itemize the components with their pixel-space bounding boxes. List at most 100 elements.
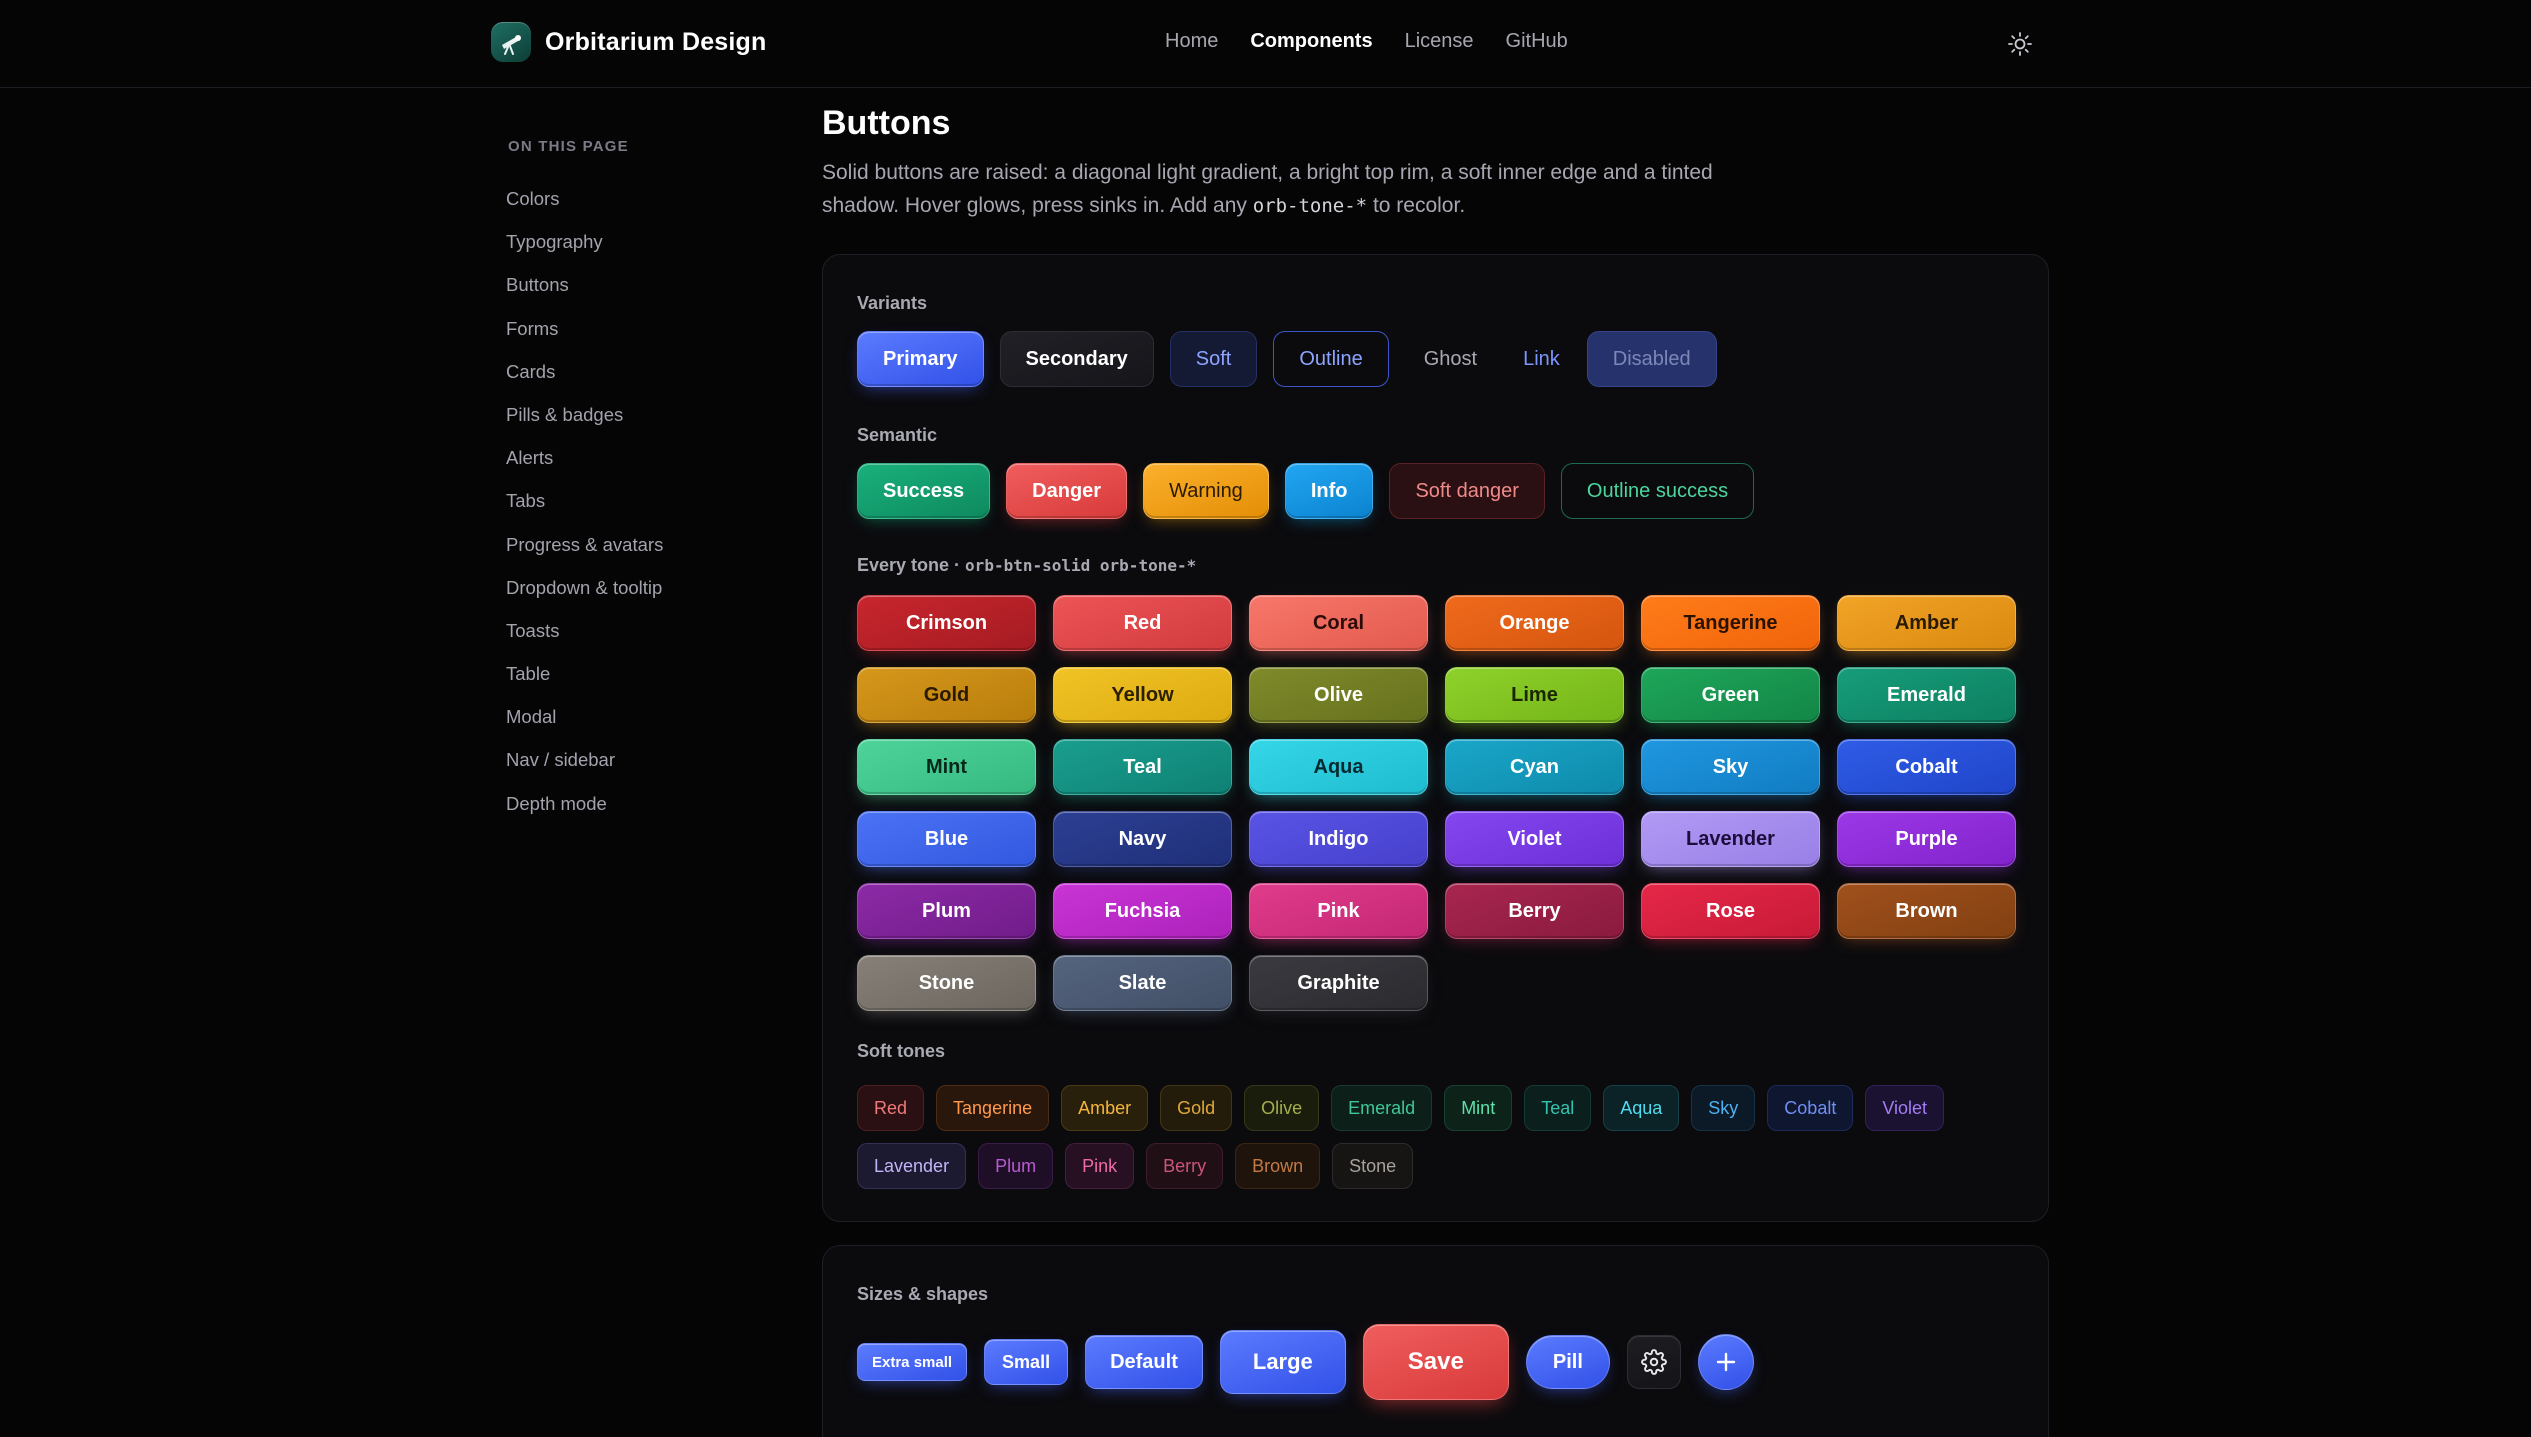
soft-tone-button-mint[interactable]: Mint [1444, 1085, 1513, 1131]
nav-components[interactable]: Components [1250, 30, 1372, 53]
tone-button-yellow[interactable]: Yellow [1053, 667, 1232, 723]
info-button[interactable]: Info [1284, 463, 1374, 519]
tone-button-teal[interactable]: Teal [1053, 739, 1232, 795]
tone-button-lime[interactable]: Lime [1445, 667, 1624, 723]
tone-button-slate[interactable]: Slate [1053, 955, 1232, 1011]
sidebar-item-table[interactable]: Table [506, 652, 766, 695]
tone-button-indigo[interactable]: Indigo [1249, 811, 1428, 867]
tone-button-rose[interactable]: Rose [1641, 883, 1820, 939]
sidebar-item-forms[interactable]: Forms [506, 307, 766, 350]
tone-button-crimson[interactable]: Crimson [857, 595, 1036, 651]
plus-icon [1716, 1352, 1736, 1372]
link-button[interactable]: Link [1512, 331, 1571, 387]
pill-button[interactable]: Pill [1525, 1335, 1610, 1389]
sidebar-item-nav-sidebar[interactable]: Nav / sidebar [506, 738, 766, 781]
brand[interactable]: Orbitarium Design [491, 22, 767, 62]
theme-toggle-sun-icon[interactable] [2006, 30, 2034, 58]
sidebar-item-depth-mode[interactable]: Depth mode [506, 782, 766, 825]
tone-button-olive[interactable]: Olive [1249, 667, 1428, 723]
soft-tone-button-emerald[interactable]: Emerald [1331, 1085, 1433, 1131]
every-tone-label: Every tone · orb-btn-solid orb-tone-* [857, 555, 1196, 576]
soft-tone-button-amber[interactable]: Amber [1061, 1085, 1149, 1131]
soft-tone-button-red[interactable]: Red [857, 1085, 925, 1131]
success-button[interactable]: Success [857, 463, 991, 519]
tone-button-mint[interactable]: Mint [857, 739, 1036, 795]
tone-button-red[interactable]: Red [1053, 595, 1232, 651]
soft-tone-button-teal[interactable]: Teal [1524, 1085, 1592, 1131]
tone-button-tangerine[interactable]: Tangerine [1641, 595, 1820, 651]
soft-tone-button-violet[interactable]: Violet [1865, 1085, 1945, 1131]
warning-button[interactable]: Warning [1143, 463, 1269, 519]
soft-tone-button-berry[interactable]: Berry [1146, 1143, 1224, 1189]
outline-button[interactable]: Outline [1273, 331, 1389, 387]
page-description: Solid buttons are raised: a diagonal lig… [822, 156, 1722, 223]
tone-button-violet[interactable]: Violet [1445, 811, 1624, 867]
sidebar-item-modal[interactable]: Modal [506, 695, 766, 738]
sidebar-item-dropdown-tooltip[interactable]: Dropdown & tooltip [506, 566, 766, 609]
soft-tone-button-sky[interactable]: Sky [1691, 1085, 1756, 1131]
soft-tone-button-pink[interactable]: Pink [1065, 1143, 1135, 1189]
settings-icon-button[interactable] [1626, 1335, 1681, 1389]
variants-row: Primary Secondary Soft Outline Ghost Lin… [857, 331, 1717, 387]
sidebar-item-progress-avatars[interactable]: Progress & avatars [506, 523, 766, 566]
add-circle-button[interactable] [1697, 1334, 1754, 1390]
soft-tone-button-plum[interactable]: Plum [978, 1143, 1054, 1189]
nav-github[interactable]: GitHub [1506, 30, 1568, 53]
semantic-label: Semantic [857, 425, 938, 445]
tone-button-stone[interactable]: Stone [857, 955, 1036, 1011]
tone-button-green[interactable]: Green [1641, 667, 1820, 723]
sidebar-title: ON THIS PAGE [508, 138, 629, 155]
tone-button-navy[interactable]: Navy [1053, 811, 1232, 867]
tone-button-orange[interactable]: Orange [1445, 595, 1624, 651]
sidebar-item-colors[interactable]: Colors [506, 177, 766, 220]
soft-tone-button-brown[interactable]: Brown [1235, 1143, 1321, 1189]
extra-small-button[interactable]: Extra small [857, 1343, 968, 1381]
soft-tone-button-lavender[interactable]: Lavender [857, 1143, 967, 1189]
soft-danger-button[interactable]: Soft danger [1389, 463, 1545, 519]
secondary-button[interactable]: Secondary [999, 331, 1154, 387]
soft-tone-button-tangerine[interactable]: Tangerine [936, 1085, 1050, 1131]
save-button[interactable]: Save [1362, 1324, 1509, 1400]
soft-tone-button-stone[interactable]: Stone [1332, 1143, 1414, 1189]
sidebar-item-typography[interactable]: Typography [506, 220, 766, 263]
sidebar-item-toasts[interactable]: Toasts [506, 609, 766, 652]
primary-button[interactable]: Primary [857, 331, 984, 387]
tone-button-pink[interactable]: Pink [1249, 883, 1428, 939]
nav-license[interactable]: License [1405, 30, 1474, 53]
soft-tone-button-gold[interactable]: Gold [1160, 1085, 1233, 1131]
sidebar-item-buttons[interactable]: Buttons [506, 263, 766, 306]
outline-success-button[interactable]: Outline success [1560, 463, 1755, 519]
soft-tone-button-olive[interactable]: Olive [1244, 1085, 1320, 1131]
tone-button-plum[interactable]: Plum [857, 883, 1036, 939]
large-button[interactable]: Large [1219, 1330, 1346, 1394]
tone-button-brown[interactable]: Brown [1837, 883, 2016, 939]
tone-button-purple[interactable]: Purple [1837, 811, 2016, 867]
small-button[interactable]: Small [984, 1339, 1069, 1385]
danger-button[interactable]: Danger [1006, 463, 1128, 519]
brand-name: Orbitarium Design [545, 27, 767, 56]
tone-button-amber[interactable]: Amber [1837, 595, 2016, 651]
tone-button-blue[interactable]: Blue [857, 811, 1036, 867]
tone-button-cyan[interactable]: Cyan [1445, 739, 1624, 795]
tone-button-coral[interactable]: Coral [1249, 595, 1428, 651]
nav-home[interactable]: Home [1165, 30, 1218, 53]
default-button[interactable]: Default [1085, 1335, 1203, 1389]
tone-button-berry[interactable]: Berry [1445, 883, 1624, 939]
tone-button-aqua[interactable]: Aqua [1249, 739, 1428, 795]
sidebar-item-tabs[interactable]: Tabs [506, 479, 766, 522]
tone-button-emerald[interactable]: Emerald [1837, 667, 2016, 723]
soft-tone-button-cobalt[interactable]: Cobalt [1767, 1085, 1854, 1131]
sidebar-item-alerts[interactable]: Alerts [506, 436, 766, 479]
tone-button-cobalt[interactable]: Cobalt [1837, 739, 2016, 795]
sidebar-item-cards[interactable]: Cards [506, 350, 766, 393]
soft-button[interactable]: Soft [1169, 331, 1258, 387]
tone-button-gold[interactable]: Gold [857, 667, 1036, 723]
tone-button-lavender[interactable]: Lavender [1641, 811, 1820, 867]
ghost-button[interactable]: Ghost [1405, 331, 1496, 387]
tone-button-sky[interactable]: Sky [1641, 739, 1820, 795]
soft-tone-button-aqua[interactable]: Aqua [1603, 1085, 1680, 1131]
tone-button-fuchsia[interactable]: Fuchsia [1053, 883, 1232, 939]
sidebar-item-pills-badges[interactable]: Pills & badges [506, 393, 766, 436]
main-nav: Home Components License GitHub [1165, 30, 1568, 53]
tone-button-graphite[interactable]: Graphite [1249, 955, 1428, 1011]
